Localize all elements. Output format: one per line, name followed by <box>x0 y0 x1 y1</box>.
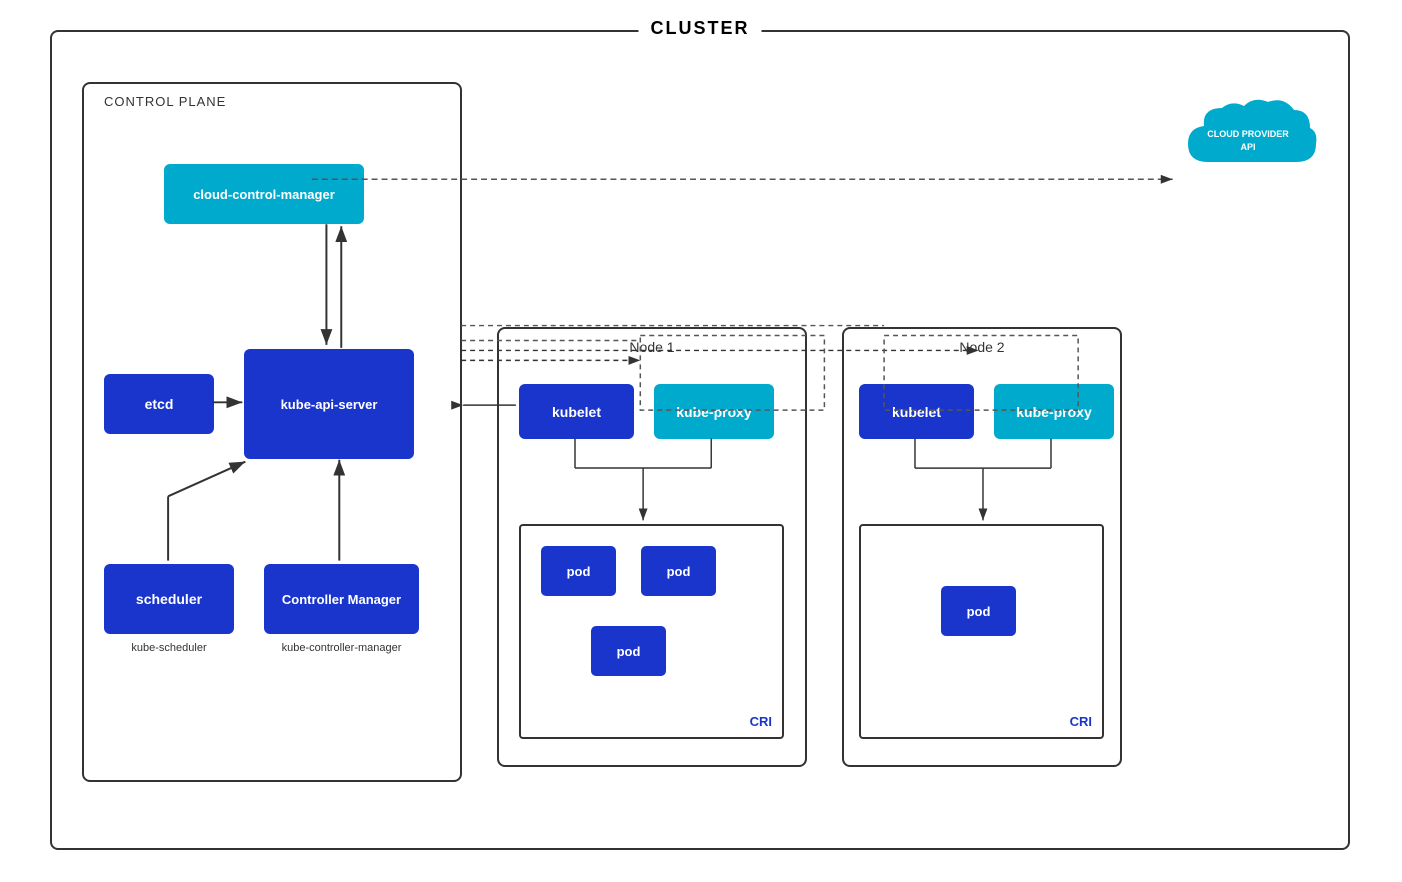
control-plane-box: CONTROL PLANE cloud-control-manager etcd… <box>82 82 462 782</box>
node1-kubelet-box: kubelet <box>519 384 634 439</box>
node1-box: Node 1 kubelet kube-proxy pod pod pod CR… <box>497 327 807 767</box>
node2-pods-container: pod CRI <box>859 524 1104 739</box>
svg-text:API: API <box>1240 142 1255 152</box>
etcd-box: etcd <box>104 374 214 434</box>
node1-pod3: pod <box>591 626 666 676</box>
cluster-title: CLUSTER <box>639 18 762 39</box>
cluster-container: CLUSTER CONTROL PLANE cloud-control-mana… <box>50 30 1350 850</box>
node1-pods-container: pod pod pod CRI <box>519 524 784 739</box>
control-plane-title: CONTROL PLANE <box>104 94 226 109</box>
controller-manager-box: Controller Manager <box>264 564 419 634</box>
node2-cri-label: CRI <box>1070 714 1092 729</box>
cloud-control-manager-box: cloud-control-manager <box>164 164 364 224</box>
node2-title: Node 2 <box>959 339 1004 355</box>
node1-pod1: pod <box>541 546 616 596</box>
api-server-box: kube-api-server <box>244 349 414 459</box>
controller-manager-label: kube-controller-manager <box>254 642 429 654</box>
node1-cri-label: CRI <box>750 714 772 729</box>
node2-pod1: pod <box>941 586 1016 636</box>
node2-kubelet-box: kubelet <box>859 384 974 439</box>
cloud-provider-container: CLOUD PROVIDER API <box>1178 92 1318 182</box>
node1-pod2: pod <box>641 546 716 596</box>
node2-box: Node 2 kubelet kube-proxy pod CRI <box>842 327 1122 767</box>
scheduler-box: scheduler <box>104 564 234 634</box>
node1-kube-proxy-box: kube-proxy <box>654 384 774 439</box>
scheduler-label: kube-scheduler <box>99 642 239 654</box>
svg-text:CLOUD PROVIDER: CLOUD PROVIDER <box>1207 129 1289 139</box>
node2-kube-proxy-box: kube-proxy <box>994 384 1114 439</box>
node1-title: Node 1 <box>629 339 674 355</box>
